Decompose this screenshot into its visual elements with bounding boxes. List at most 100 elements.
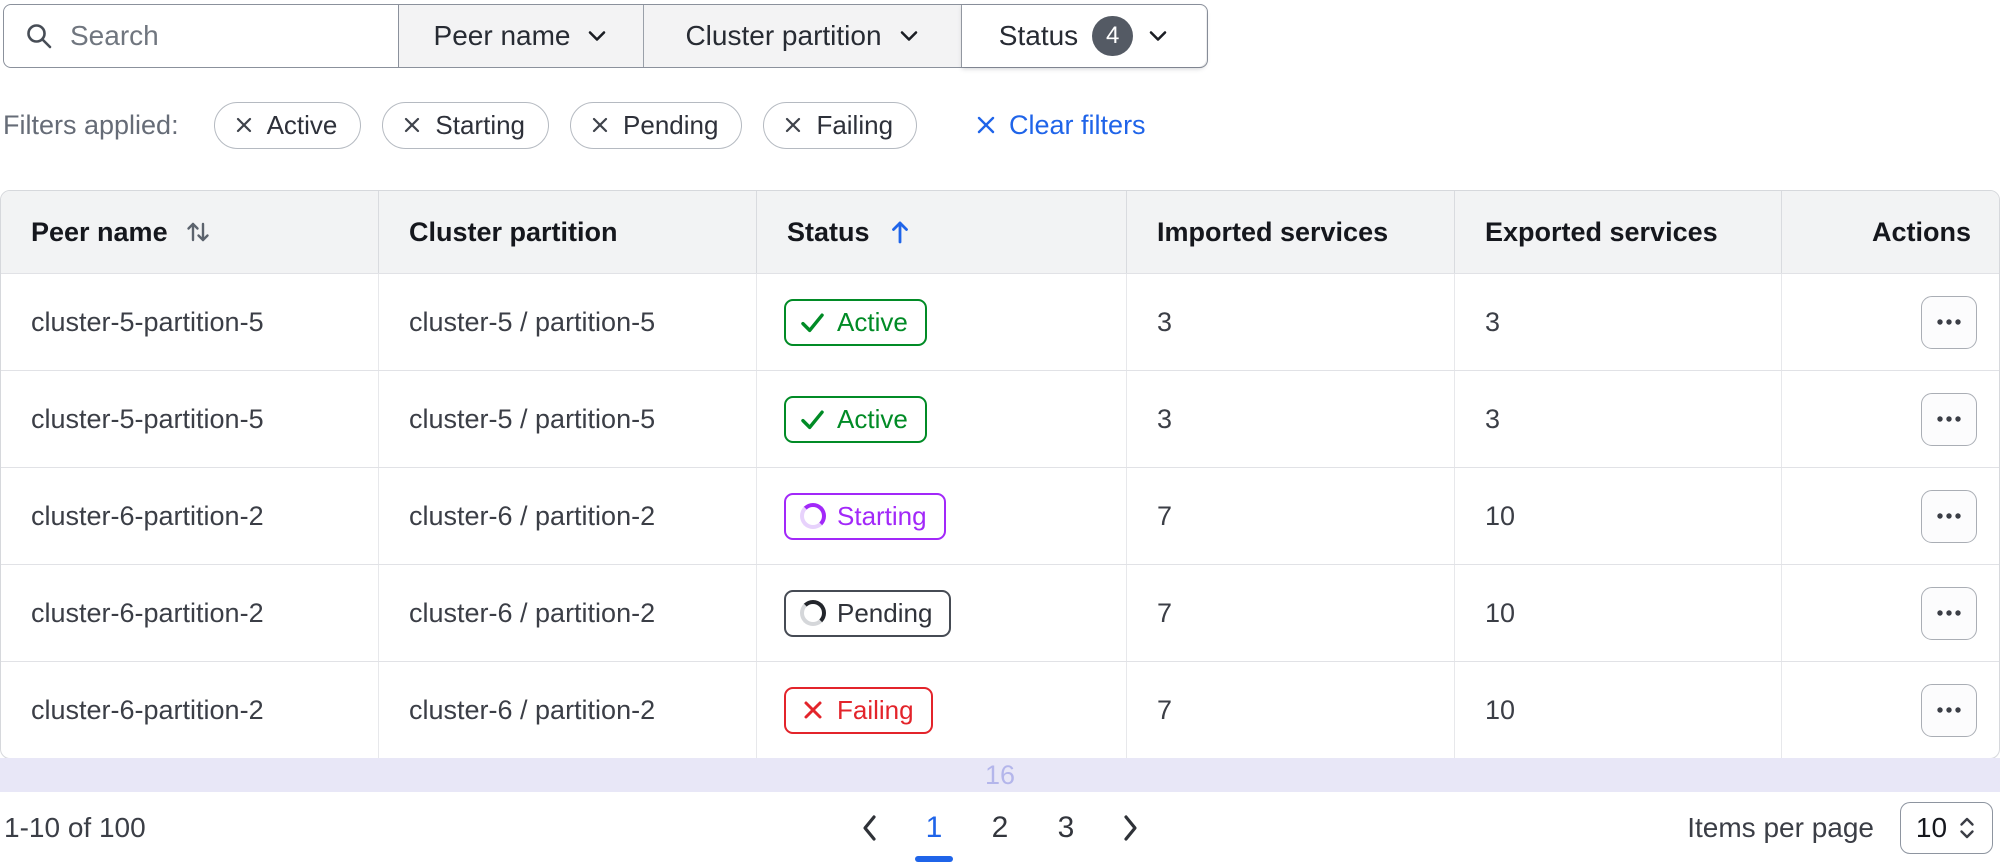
cluster-partition-filter-label: Cluster partition: [685, 20, 882, 51]
row-actions-button[interactable]: [1921, 586, 1977, 640]
ellipsis-icon: [1937, 610, 1961, 616]
cell-cluster-partition: cluster-6 / partition-2: [379, 662, 757, 758]
status-badge: Starting: [784, 492, 946, 540]
search-box[interactable]: [4, 5, 399, 67]
status-icon: [799, 406, 826, 433]
status-icon: [799, 309, 826, 336]
items-per-page-label: Items per page: [1687, 812, 1874, 843]
column-header-cluster-partition[interactable]: Cluster partition: [379, 191, 757, 273]
cell-status: Starting: [757, 468, 1127, 564]
sort-both-icon[interactable]: [185, 218, 211, 246]
status-badge: Failing: [784, 686, 933, 734]
filter-pill-label: Active: [266, 109, 338, 140]
cell-imported-services: 3: [1127, 274, 1455, 370]
filter-pill-label: Failing: [816, 109, 894, 140]
remove-filter-icon[interactable]: [590, 115, 610, 135]
cell-cluster-partition: cluster-6 / partition-2: [379, 468, 757, 564]
filter-pill-active[interactable]: Active: [213, 101, 362, 149]
column-header-peer-name[interactable]: Peer name: [1, 191, 379, 273]
pagination-page-2[interactable]: 2: [978, 798, 1022, 858]
ellipsis-icon: [1937, 513, 1961, 519]
table-row: cluster-5-partition-5 cluster-5 / partit…: [1, 370, 1999, 467]
filter-pill-starting[interactable]: Starting: [382, 101, 550, 149]
cell-peer-name: cluster-6-partition-2: [1, 565, 379, 661]
remove-filter-icon[interactable]: [234, 115, 254, 135]
cell-imported-services: 7: [1127, 565, 1455, 661]
clear-filters-button[interactable]: Clear filters: [975, 110, 1146, 141]
chevron-left-icon: [863, 815, 876, 841]
status-filter-dropdown[interactable]: Status 4: [962, 5, 1206, 67]
previous-page-button[interactable]: [850, 798, 890, 858]
column-header-status[interactable]: Status: [757, 191, 1127, 273]
chevron-down-icon: [898, 25, 920, 47]
table-header-row: Peer name Cluster partition Status Impor…: [1, 191, 1999, 273]
table-row: cluster-6-partition-2 cluster-6 / partit…: [1, 564, 1999, 661]
results-range: 1-10 of 100: [4, 812, 146, 843]
cell-actions: [1782, 662, 1999, 758]
row-actions-button[interactable]: [1921, 489, 1977, 543]
overflow-row-text: 16: [984, 759, 1016, 790]
cell-peer-name: cluster-6-partition-2: [1, 468, 379, 564]
pagination-page-1[interactable]: 1: [912, 798, 956, 862]
status-badge: Active: [784, 395, 927, 443]
status-badge: Active: [784, 298, 927, 346]
peer-name-filter-dropdown[interactable]: Peer name: [399, 5, 644, 67]
filter-toolbar: Peer name Cluster partition Status 4: [3, 4, 1208, 68]
filter-pills: Active Starting Pending Failing: [213, 101, 918, 149]
filter-pill-label: Starting: [435, 109, 526, 140]
cell-status: Active: [757, 274, 1127, 370]
column-header-exported-services[interactable]: Exported services: [1455, 191, 1782, 273]
table-row: cluster-6-partition-2 cluster-6 / partit…: [1, 661, 1999, 758]
items-per-page: Items per page 10: [1687, 802, 1993, 854]
cell-imported-services: 7: [1127, 662, 1455, 758]
peer-name-filter-label: Peer name: [433, 20, 571, 51]
applied-filters-row: Filters applied: Active Starting Pending Fa…: [3, 101, 1146, 149]
cell-actions: [1782, 274, 1999, 370]
search-input[interactable]: [70, 20, 378, 52]
cell-cluster-partition: cluster-5 / partition-5: [379, 371, 757, 467]
cell-actions: [1782, 468, 1999, 564]
cluster-partition-filter-dropdown[interactable]: Cluster partition: [644, 5, 962, 67]
table-body: cluster-5-partition-5 cluster-5 / partit…: [1, 273, 1999, 758]
items-per-page-value: 10: [1915, 812, 1948, 843]
status-filter-label: Status: [998, 20, 1079, 51]
filter-pill-failing[interactable]: Failing: [763, 101, 918, 149]
pagination-bar: 1-10 of 100 123 Items per page 10: [0, 792, 2000, 864]
chevron-down-icon: [586, 25, 608, 47]
row-actions-button[interactable]: [1921, 295, 1977, 349]
cell-peer-name: cluster-6-partition-2: [1, 662, 379, 758]
status-badge: Pending: [784, 589, 952, 637]
cell-actions: [1782, 371, 1999, 467]
next-page-button[interactable]: [1110, 798, 1150, 858]
status-icon: [799, 600, 826, 627]
cell-imported-services: 7: [1127, 468, 1455, 564]
cell-exported-services: 3: [1455, 371, 1782, 467]
cell-cluster-partition: cluster-6 / partition-2: [379, 565, 757, 661]
status-filter-count-badge: 4: [1092, 16, 1134, 56]
items-per-page-select[interactable]: 10: [1900, 802, 1993, 854]
row-actions-button[interactable]: [1921, 392, 1977, 446]
pagination-page-3[interactable]: 3: [1044, 798, 1088, 858]
table-row: cluster-6-partition-2 cluster-6 / partit…: [1, 467, 1999, 564]
filters-applied-label: Filters applied:: [3, 109, 179, 140]
filter-pill-pending[interactable]: Pending: [570, 101, 743, 149]
cell-peer-name: cluster-5-partition-5: [1, 274, 379, 370]
chevron-down-icon: [1147, 25, 1169, 47]
filter-pill-label: Pending: [623, 109, 719, 140]
sort-ascending-icon[interactable]: [887, 218, 913, 246]
clear-filters-label: Clear filters: [1009, 109, 1146, 140]
pager: 123: [850, 792, 1150, 864]
cell-cluster-partition: cluster-5 / partition-5: [379, 274, 757, 370]
column-header-imported-services[interactable]: Imported services: [1127, 191, 1455, 273]
remove-filter-icon[interactable]: [402, 115, 422, 135]
cell-imported-services: 3: [1127, 371, 1455, 467]
pagination-pages: 123: [912, 798, 1088, 862]
partially-visible-row[interactable]: 16: [0, 758, 2000, 792]
peers-table: Peer name Cluster partition Status Impor…: [0, 190, 2000, 759]
status-icon: [799, 697, 826, 724]
cell-peer-name: cluster-5-partition-5: [1, 371, 379, 467]
cell-status: Failing: [757, 662, 1127, 758]
remove-filter-icon[interactable]: [783, 115, 803, 135]
row-actions-button[interactable]: [1921, 683, 1977, 737]
chevron-right-icon: [1124, 815, 1137, 841]
